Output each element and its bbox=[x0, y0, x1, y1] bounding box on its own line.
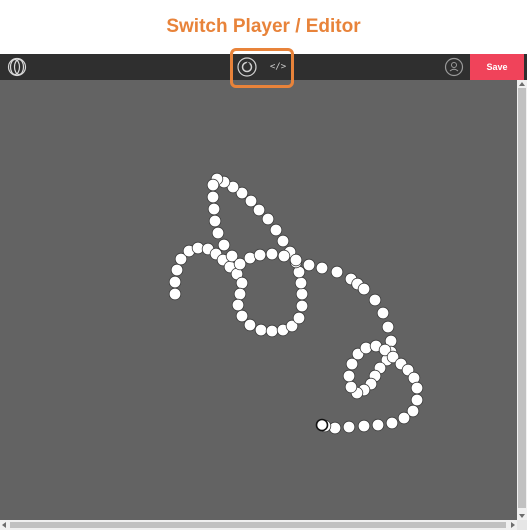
scribble-dot bbox=[211, 226, 225, 240]
save-button[interactable]: Save bbox=[470, 54, 524, 80]
app-window: </> Save bbox=[0, 48, 527, 530]
vertical-scroll-thumb[interactable] bbox=[518, 88, 526, 508]
scribble-dot bbox=[217, 238, 231, 252]
scroll-right-arrow-icon[interactable] bbox=[511, 522, 515, 528]
scribble-dot bbox=[330, 265, 344, 279]
user-circle-icon bbox=[444, 57, 464, 77]
toolbar: </> Save bbox=[0, 48, 527, 88]
caption-title-bar: Switch Player / Editor bbox=[0, 0, 527, 54]
scribble-dot bbox=[265, 247, 279, 261]
scribble-dot bbox=[233, 257, 247, 271]
scribble-dot bbox=[265, 324, 279, 338]
scroll-up-arrow-icon[interactable] bbox=[519, 82, 525, 86]
account-button[interactable] bbox=[444, 57, 464, 77]
scribble-dot bbox=[344, 380, 358, 394]
scroll-down-arrow-icon[interactable] bbox=[519, 514, 525, 518]
scribble-dot bbox=[276, 234, 290, 248]
scribble-dot bbox=[244, 194, 258, 208]
scribble-dot bbox=[289, 253, 303, 267]
scribble-dot bbox=[168, 275, 182, 289]
scribble-dot bbox=[206, 178, 220, 192]
scribble-dot bbox=[206, 190, 220, 204]
drawing-canvas[interactable] bbox=[0, 80, 517, 520]
logo-icon[interactable] bbox=[7, 57, 27, 77]
scribble-dot bbox=[385, 416, 399, 430]
play-circle-icon bbox=[237, 57, 257, 77]
player-mode-button[interactable] bbox=[236, 56, 258, 78]
scribble-dot bbox=[295, 299, 309, 313]
scribble-dot bbox=[277, 249, 291, 263]
scribble-dot bbox=[254, 323, 268, 337]
scribble-head-dot bbox=[315, 418, 329, 432]
horizontal-scroll-thumb[interactable] bbox=[10, 522, 506, 528]
scribble-dot bbox=[359, 341, 373, 355]
scribble-dot bbox=[207, 202, 221, 216]
scribble-dot bbox=[342, 369, 356, 383]
scribble-dot bbox=[269, 223, 283, 237]
scribble-dot bbox=[342, 420, 356, 434]
scribble-dot bbox=[345, 357, 359, 371]
scribble-dot bbox=[397, 411, 411, 425]
scribble-dot bbox=[368, 293, 382, 307]
scribble-dot bbox=[252, 203, 266, 217]
scribble-dot bbox=[170, 263, 184, 277]
scribble-dot bbox=[235, 276, 249, 290]
vertical-scrollbar[interactable] bbox=[517, 80, 527, 520]
scribble-dot bbox=[168, 287, 182, 301]
scribble-dot bbox=[381, 320, 395, 334]
scribble-dot bbox=[243, 318, 257, 332]
scroll-left-arrow-icon[interactable] bbox=[2, 522, 6, 528]
scribble-dot bbox=[235, 309, 249, 323]
scrollbar-corner bbox=[517, 520, 527, 530]
scribble-drawing bbox=[168, 172, 424, 435]
editor-mode-button[interactable]: </> bbox=[268, 58, 288, 76]
scribble-dot bbox=[410, 381, 424, 395]
scribble-dot bbox=[371, 418, 385, 432]
code-icon: </> bbox=[269, 62, 287, 72]
scribble-dot bbox=[302, 258, 316, 272]
scribble-dot bbox=[328, 421, 342, 435]
scribble-dot bbox=[410, 393, 424, 407]
scribble-dot bbox=[357, 419, 371, 433]
horizontal-scrollbar[interactable] bbox=[0, 520, 517, 530]
caption-title: Switch Player / Editor bbox=[166, 16, 361, 37]
scribble-dot bbox=[294, 276, 308, 290]
scribble-dot bbox=[208, 214, 222, 228]
scribble-dot bbox=[315, 261, 329, 275]
scribble-dot bbox=[376, 306, 390, 320]
scribble-dot bbox=[295, 287, 309, 301]
scribble-dot bbox=[253, 248, 267, 262]
scribble-dot bbox=[292, 311, 306, 325]
scribble-dot bbox=[357, 282, 371, 296]
scribble-dot bbox=[261, 212, 275, 226]
scribble-dot bbox=[231, 298, 245, 312]
scribble-dot bbox=[233, 287, 247, 301]
